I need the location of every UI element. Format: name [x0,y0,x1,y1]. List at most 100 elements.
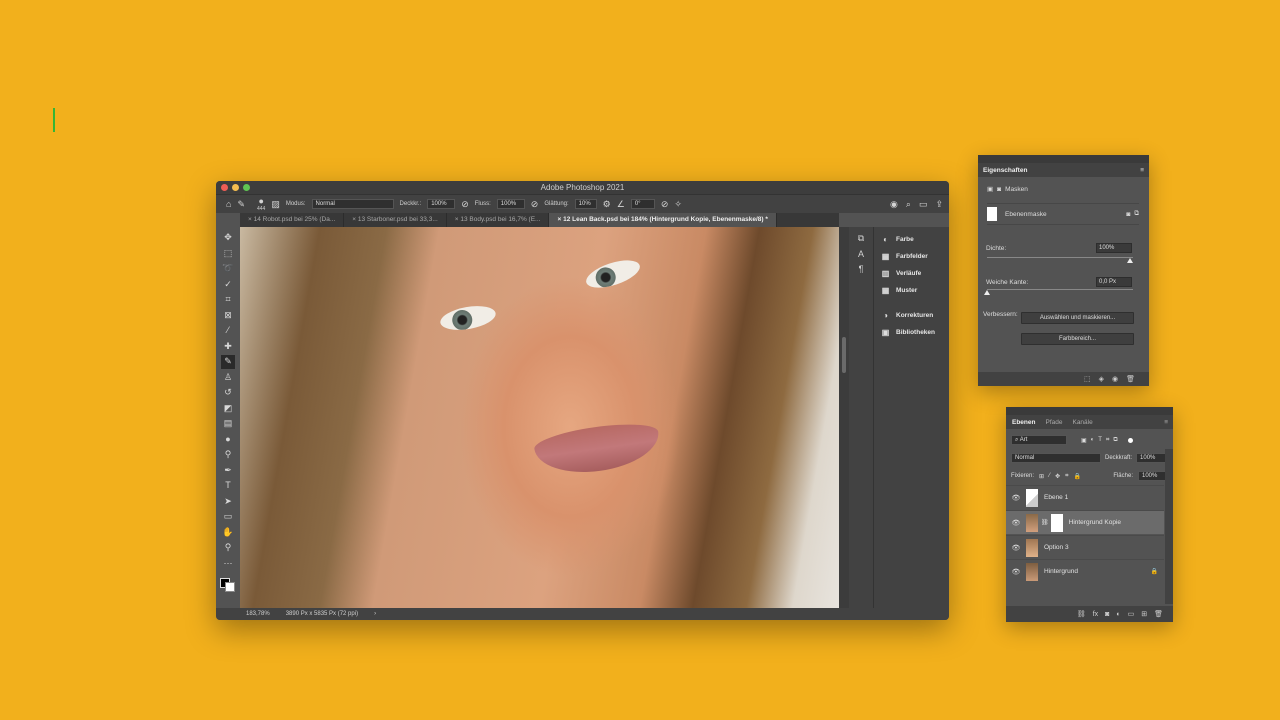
vector-mask-icon[interactable]: ◙ [997,186,1001,193]
quick-select-tool-icon[interactable]: ✓ [221,278,235,292]
tab-paths[interactable]: Pfade [1045,419,1062,426]
pen-tool-icon[interactable]: ✒ [221,464,235,478]
lock-transparent-icon[interactable]: ⊞ [1039,473,1044,480]
panel-gradients[interactable]: ▥ Verläufe [874,265,949,282]
disable-mask-icon[interactable]: ◉ [1112,375,1118,383]
user-icon[interactable]: ◉ [890,199,898,209]
properties-tab[interactable]: Eigenschaften [983,167,1027,174]
brush-tool-icon[interactable]: ✎ [221,355,235,369]
airbrush-icon[interactable]: ⊘ [531,199,539,209]
feather-slider[interactable] [987,289,1133,290]
layer-row[interactable]: 👁 Ebene 1 [1006,485,1164,509]
pressure-opacity-icon[interactable]: ⊘ [461,199,469,209]
layer-row[interactable]: 👁 Option 3 [1006,535,1164,559]
add-mask-icon[interactable]: ◙ [1105,611,1109,618]
type-tool-icon[interactable]: T [221,479,235,493]
flow-field[interactable]: 100% [496,199,525,209]
marquee-tool-icon[interactable]: ⬚ [221,247,235,261]
doc-tab-active[interactable]: × 12 Lean Back.psd bei 184% (Hintergrund… [549,213,777,227]
panel-color[interactable]: ◐ Farbe [874,231,949,248]
color-range-button[interactable]: Farbbereich... [1021,333,1134,345]
paragraph-panel-icon[interactable]: ¶ [859,264,864,274]
load-selection-icon[interactable]: ⬚ [1084,375,1091,383]
angle-field[interactable]: 0° [630,199,655,209]
color-swatches[interactable] [220,574,236,592]
dodge-tool-icon[interactable]: ⚲ [221,448,235,462]
adjustment-layer-icon[interactable]: ◐ [1116,611,1120,618]
layer-opacity-field[interactable]: 100% [1136,453,1167,463]
visibility-eye-icon[interactable]: 👁 [1006,519,1026,527]
close-window-button[interactable] [221,184,228,191]
history-panel-icon[interactable]: ⧉ [858,233,864,244]
select-mask-icon[interactable]: ◙ [1126,211,1130,218]
visibility-eye-icon[interactable]: 👁 [1006,544,1026,552]
density-slider-thumb[interactable] [1127,258,1133,263]
zoom-level[interactable]: 183,78% [246,608,270,620]
pixel-mask-icon[interactable]: ▣ [987,185,993,193]
delete-mask-icon[interactable]: 🗑 [1126,375,1135,383]
home-icon[interactable]: ⌂ [226,199,231,209]
brush-preset-picker[interactable]: ● 444 [257,196,265,212]
panel-swatches[interactable]: ▦ Farbfelder [874,248,949,265]
vertical-scroll-thumb[interactable] [842,337,846,373]
panel-adjustments[interactable]: ◑ Korrekturen [874,307,949,324]
fx-icon[interactable]: fx [1093,611,1098,618]
filter-type-icon[interactable]: T [1098,437,1102,443]
workspace-icon[interactable]: ▭ [919,199,928,209]
layer-mask-thumbnail[interactable] [1050,513,1063,532]
feather-slider-thumb[interactable] [984,290,990,295]
gradient-tool-icon[interactable]: ▤ [221,417,235,431]
new-group-icon[interactable]: ▭ [1128,610,1135,618]
document-canvas[interactable] [240,227,839,609]
lock-all-icon[interactable]: 🔒 [1073,473,1080,480]
filter-pixel-icon[interactable]: ▣ [1081,437,1087,444]
filter-adjust-icon[interactable]: ◐ [1091,437,1095,443]
lock-position-icon[interactable]: ✥ [1055,473,1060,480]
opacity-field[interactable]: 100% [427,199,456,209]
rectangle-tool-icon[interactable]: ▭ [221,510,235,524]
maximize-window-button[interactable] [243,184,250,191]
lock-pixels-icon[interactable]: ⁄ [1049,473,1050,479]
symmetry-icon[interactable]: ✧ [674,199,682,209]
tab-channels[interactable]: Kanäle [1072,419,1092,426]
layers-scrollbar[interactable] [1165,449,1173,604]
brush-tool-icon[interactable]: ✎ [237,199,245,209]
status-expand-icon[interactable]: › [374,608,376,620]
panel-libraries[interactable]: ▣ Bibliotheken [874,324,949,341]
mask-link-icon[interactable]: ⛓ [1041,519,1049,526]
search-icon[interactable]: ⌕ [906,199,911,209]
layer-row[interactable]: 👁 Hintergrund 🔒 [1006,559,1164,583]
visibility-eye-icon[interactable]: 👁 [1006,494,1026,502]
mode-select[interactable]: Normal [311,199,394,209]
smoothing-field[interactable]: 10% [574,199,597,209]
history-brush-tool-icon[interactable]: ↺ [221,386,235,400]
more-tools-icon[interactable]: ⋯ [221,557,235,571]
tab-layers[interactable]: Ebenen [1012,419,1035,426]
blur-tool-icon[interactable]: ● [221,433,235,447]
visibility-eye-icon[interactable]: 👁 [1006,568,1026,576]
gear-icon[interactable]: ⚙ [603,199,611,209]
panel-patterns[interactable]: ▦ Muster [874,282,949,299]
doc-tab[interactable]: × 14 Robot.psd bei 25% (Da... [240,213,345,227]
frame-tool-icon[interactable]: ⊠ [221,309,235,323]
eraser-tool-icon[interactable]: ◩ [221,402,235,416]
new-layer-icon[interactable]: ⊞ [1141,610,1147,618]
hand-tool-icon[interactable]: ✋ [221,526,235,540]
filter-smart-icon[interactable]: ⧉ [1113,437,1117,444]
background-color[interactable] [225,582,235,592]
crop-tool-icon[interactable]: ⌗ [221,293,235,307]
layer-row-selected[interactable]: 👁 ⛓ Hintergrund Kopie [1006,510,1164,534]
minimize-window-button[interactable] [232,184,239,191]
density-field[interactable]: 100% [1096,243,1132,253]
fill-field[interactable]: 100% [1138,471,1168,481]
doc-tab[interactable]: × 13 Starboner.psd bei 33,3... [344,213,447,227]
healing-brush-tool-icon[interactable]: ✚ [221,340,235,354]
character-panel-icon[interactable]: A [858,249,864,259]
vector-mask-add-icon[interactable]: ⧉ [1134,210,1139,218]
feather-field[interactable]: 0,0 Px [1096,277,1132,287]
filter-toggle[interactable] [1127,437,1133,443]
lasso-tool-icon[interactable]: ➰ [221,262,235,276]
link-layers-icon[interactable]: ⛓ [1077,610,1086,618]
pressure-size-icon[interactable]: ⊘ [661,199,669,209]
share-icon[interactable]: ⇪ [935,199,943,209]
